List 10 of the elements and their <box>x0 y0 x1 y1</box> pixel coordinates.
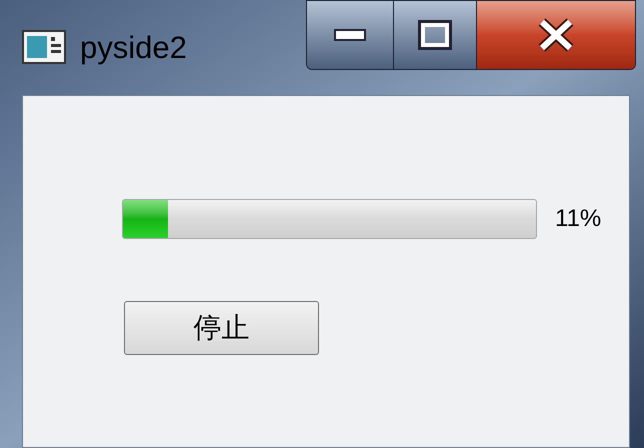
window-app-icon <box>22 30 66 64</box>
progress-reading: 11% <box>555 204 602 234</box>
minimize-icon <box>334 29 366 41</box>
maximize-button[interactable] <box>394 1 477 69</box>
minimize-button[interactable] <box>307 1 394 69</box>
maximize-icon <box>418 20 452 50</box>
window-title: pyside2 <box>80 32 187 62</box>
close-button[interactable] <box>477 1 635 69</box>
stop-button[interactable]: 停止 <box>124 301 319 355</box>
close-icon <box>536 18 576 52</box>
